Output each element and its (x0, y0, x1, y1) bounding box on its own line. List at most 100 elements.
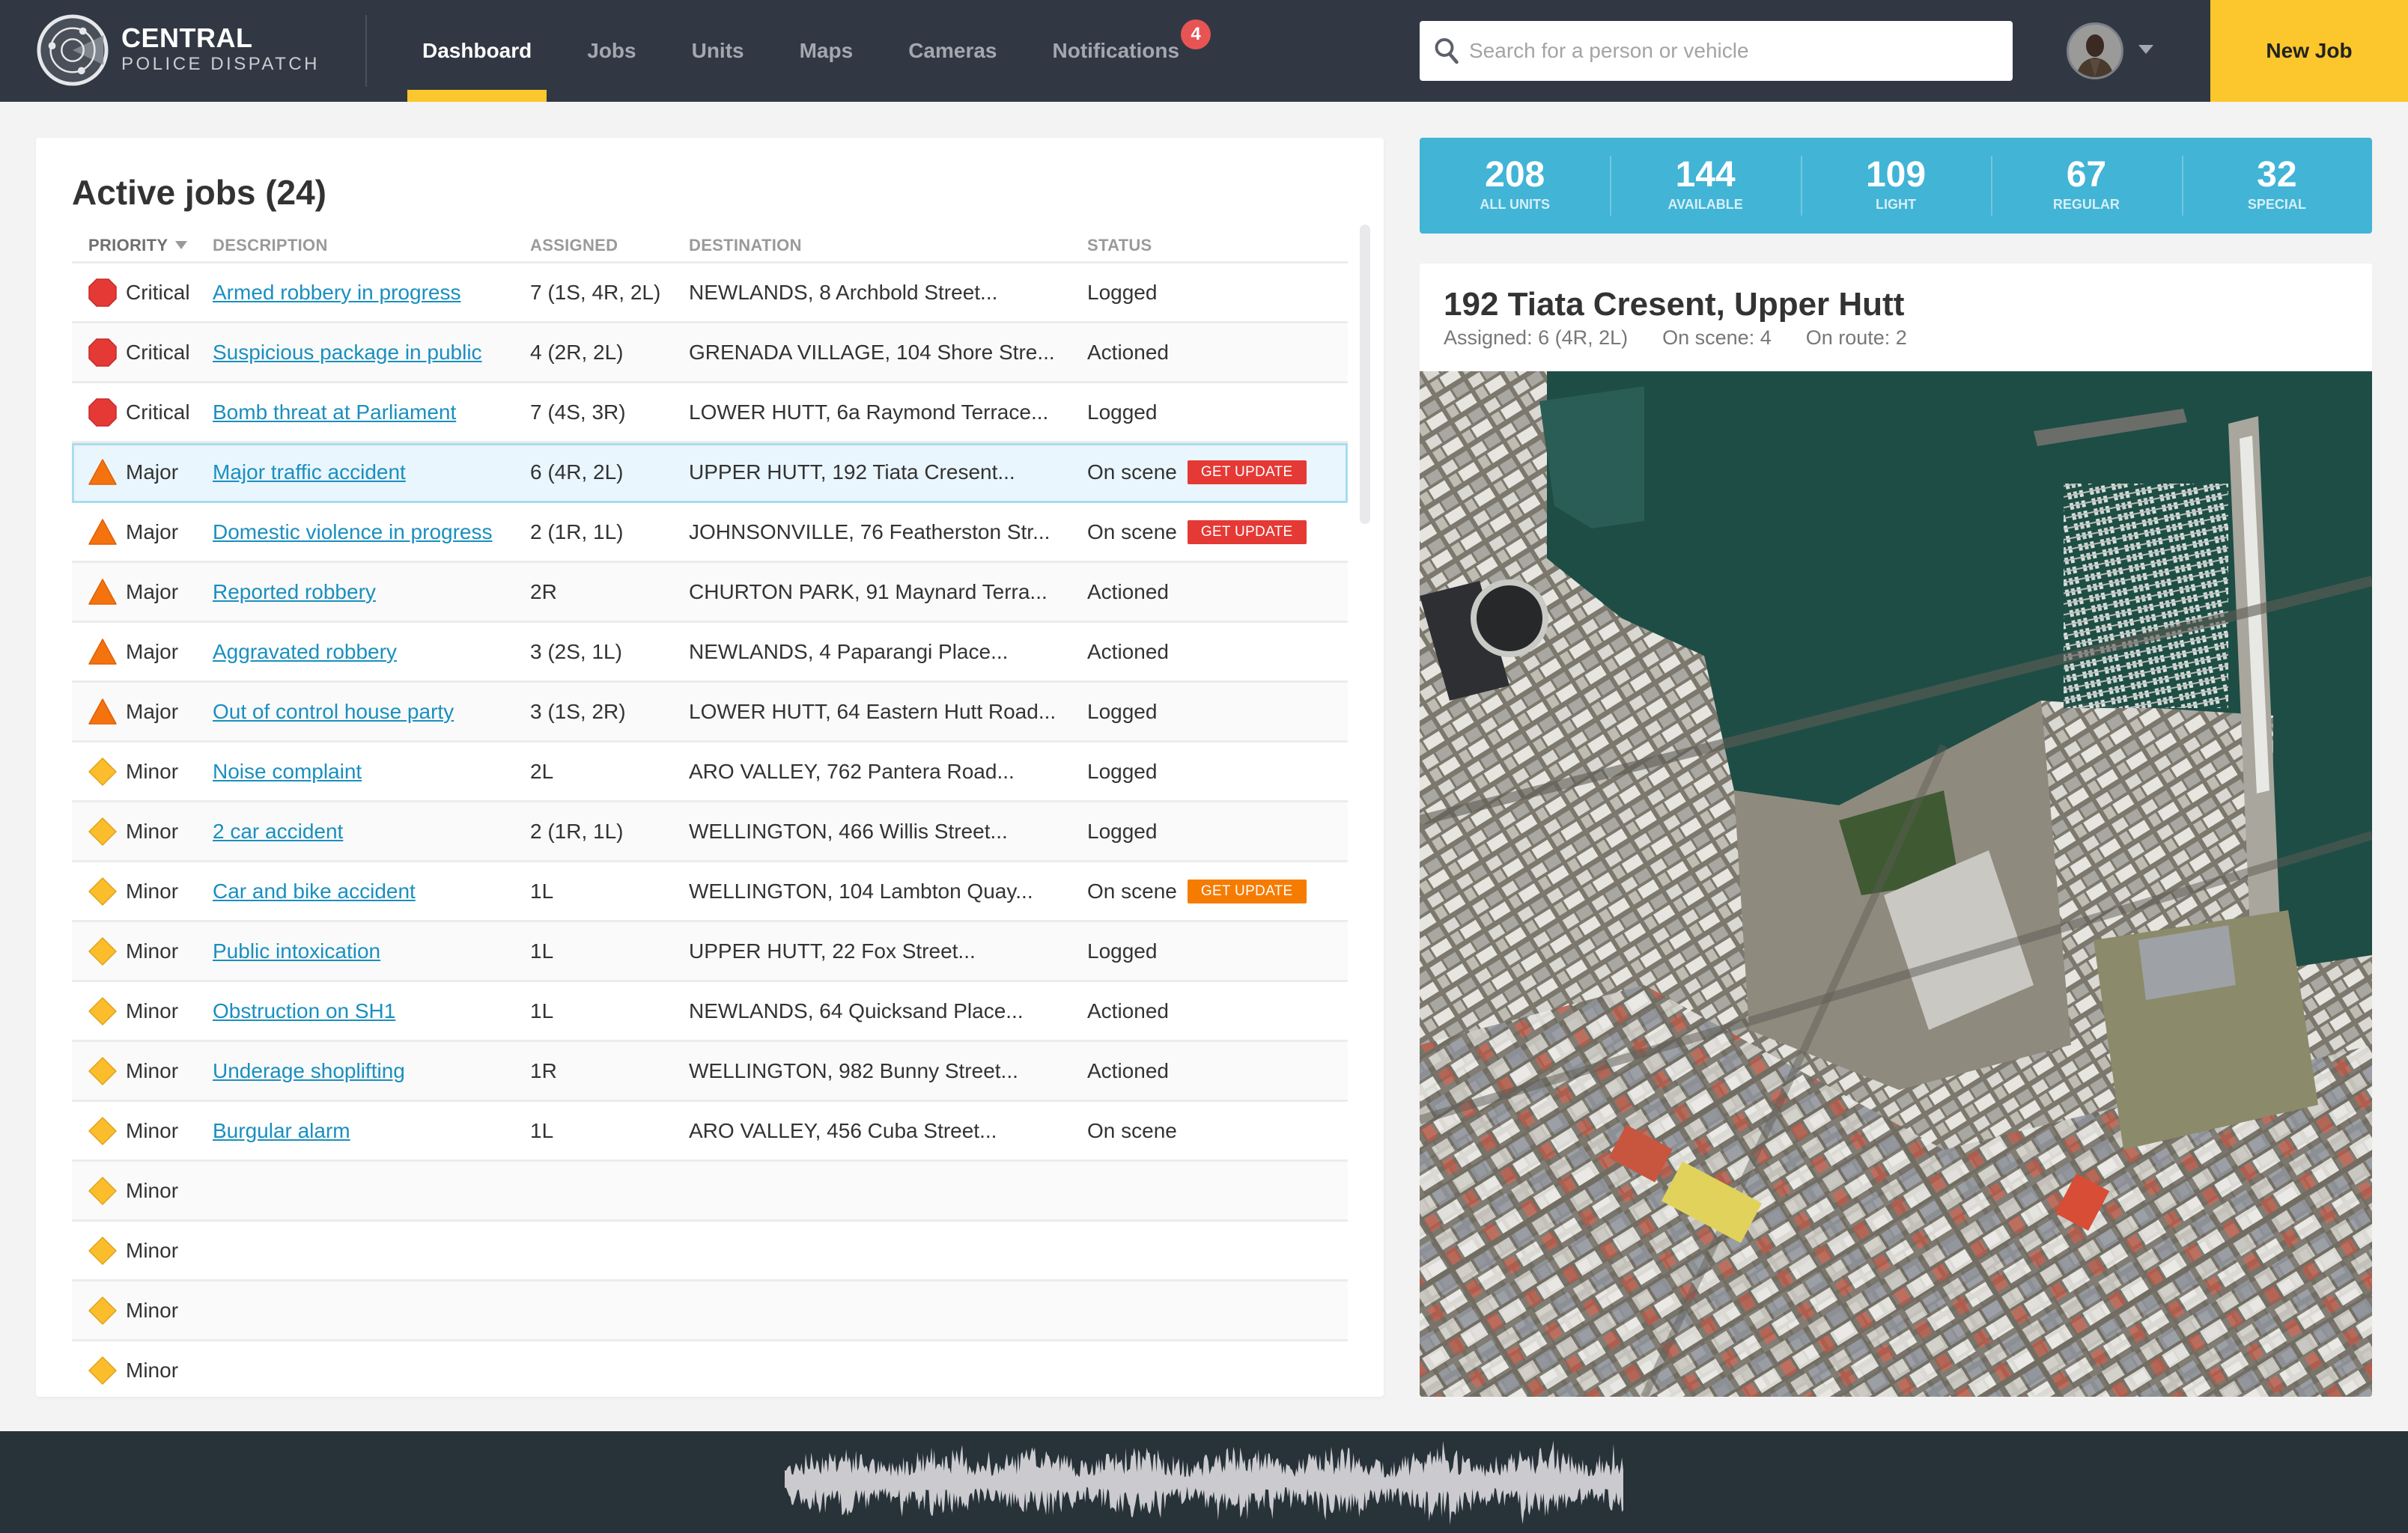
job-row[interactable]: Minor (72, 1341, 1348, 1397)
job-description-link[interactable]: Obstruction on SH1 (213, 999, 395, 1023)
minor-priority-icon (88, 996, 117, 1025)
priority-label: Minor (126, 879, 179, 903)
top-navigation-bar: CENTRAL POLICE DISPATCH Dashboard Jobs U… (0, 0, 2408, 102)
job-row[interactable]: Major Aggravated robbery 3 (2S, 1L) NEWLAND… (72, 623, 1348, 683)
nav-tab-units[interactable]: Units (677, 0, 759, 102)
critical-priority-icon (88, 397, 117, 427)
column-header-description[interactable]: DESCRIPTION (213, 236, 530, 255)
assigned-cell: 1L (530, 879, 554, 903)
status-cell: Actioned (1087, 1059, 1348, 1083)
search-box[interactable] (1420, 21, 2013, 81)
assigned-cell: 7 (1S, 4R, 2L) (530, 280, 661, 304)
nav-tab-maps[interactable]: Maps (785, 0, 869, 102)
stat-light[interactable]: 109 LIGHT (1800, 156, 1991, 216)
on-scene-count: On scene: 4 (1662, 326, 1772, 349)
minor-priority-icon (88, 936, 117, 966)
notification-count-badge: 4 (1181, 19, 1211, 49)
search-input[interactable] (1469, 39, 1993, 63)
stat-value: 32 (2257, 155, 2297, 195)
job-row[interactable]: Minor 2 car accident 2 (1R, 1L) WELLINGTON,… (72, 802, 1348, 862)
job-row[interactable]: Minor (72, 1281, 1348, 1341)
search-icon (1435, 38, 1459, 64)
minor-priority-icon (88, 1296, 117, 1325)
job-description-link[interactable]: 2 car accident (213, 820, 343, 844)
stat-special[interactable]: 32 SPECIAL (2181, 155, 2372, 216)
description-cell: Burgular alarm (213, 1119, 530, 1143)
priority-cell: Major (72, 518, 213, 546)
job-description-link[interactable]: Burgular alarm (213, 1119, 350, 1143)
destination-cell: NEWLANDS, 4 Paparangi Place... (689, 639, 1009, 663)
job-row[interactable]: Minor Burgular alarm 1L ARO VALLEY, 456 Cub… (72, 1102, 1348, 1162)
job-row[interactable]: Major Domestic violence in progress 2 (1R,… (72, 503, 1348, 563)
major-priority-icon (88, 578, 117, 605)
audio-waveform-icon[interactable] (755, 1437, 1653, 1527)
nav-tab-jobs[interactable]: Jobs (572, 0, 651, 102)
priority-label: Minor (126, 1298, 179, 1322)
column-header-destination[interactable]: DESTINATION (689, 236, 1087, 255)
priority-label: Minor (126, 759, 179, 783)
get-update-button[interactable]: GET UPDATE (1187, 460, 1307, 484)
status-cell: Logged (1087, 700, 1348, 724)
job-row[interactable]: Major Reported robbery 2R CHURTON PARK, 91 … (72, 563, 1348, 623)
job-description-link[interactable]: Out of control house party (213, 700, 454, 724)
destination-cell: NEWLANDS, 64 Quicksand Place... (689, 999, 1024, 1022)
job-row[interactable]: Minor Car and bike accident 1L WELLINGTON, … (72, 862, 1348, 922)
status-cell: Logged (1087, 281, 1348, 305)
stat-available[interactable]: 144 AVAILABLE (1610, 156, 1800, 216)
status-label: Logged (1087, 819, 1158, 843)
job-description-link[interactable]: Bomb threat at Parliament (213, 400, 456, 424)
column-header-status[interactable]: STATUS (1087, 236, 1348, 255)
job-row[interactable]: Minor Noise complaint 2L ARO VALLEY, 762 Pa… (72, 743, 1348, 802)
minor-priority-icon (88, 1356, 117, 1385)
priority-cell: Major (72, 458, 213, 487)
nav-tab-label: Maps (799, 39, 854, 62)
nav-tab-notifications[interactable]: Notifications 4 (1038, 0, 1211, 102)
critical-priority-icon (88, 338, 117, 367)
nav-tab-dashboard[interactable]: Dashboard (407, 0, 547, 102)
job-row[interactable]: Critical Armed robbery in progress 7 (1S, … (72, 263, 1348, 323)
nav-tab-cameras[interactable]: Cameras (893, 0, 1012, 102)
job-row[interactable]: Minor Public intoxication 1L UPPER HUTT, 22… (72, 922, 1348, 982)
jobs-scrollbar[interactable] (1360, 225, 1370, 1392)
job-detail-meta: Assigned: 6 (4R, 2L) On scene: 4 On rout… (1444, 326, 1907, 350)
status-label: Actioned (1087, 340, 1169, 364)
job-description-link[interactable]: Car and bike accident (213, 880, 416, 903)
priority-cell: Major (72, 698, 213, 726)
job-row[interactable]: Major Out of control house party 3 (1S, 2R… (72, 683, 1348, 743)
column-header-assigned[interactable]: ASSIGNED (530, 236, 689, 255)
job-row[interactable]: Critical Bomb threat at Parliament 7 (4S, … (72, 383, 1348, 443)
jobs-scrollbar-thumb[interactable] (1360, 225, 1370, 524)
user-menu-caret-icon[interactable] (2138, 45, 2153, 54)
job-row[interactable]: Minor Obstruction on SH1 1L NEWLANDS, 64 Qu… (72, 982, 1348, 1042)
job-row[interactable]: Minor Underage shoplifting 1R WELLINGTON, 9… (72, 1042, 1348, 1102)
destination-cell: ARO VALLEY, 456 Cuba Street... (689, 1118, 997, 1142)
job-description-link[interactable]: Public intoxication (213, 939, 380, 963)
assigned-cell: 1L (530, 999, 554, 1022)
job-description-link[interactable]: Suspicious package in public (213, 341, 482, 365)
job-description-link[interactable]: Major traffic accident (213, 460, 406, 484)
main-nav: Dashboard Jobs Units Maps Cameras Notifi… (407, 0, 1220, 102)
satellite-map[interactable] (1420, 371, 2372, 1397)
job-row[interactable]: Critical Suspicious package in public 4 (2… (72, 323, 1348, 383)
description-cell: Underage shoplifting (213, 1059, 530, 1083)
new-job-button[interactable]: New Job (2210, 0, 2408, 102)
job-description-link[interactable]: Reported robbery (213, 580, 376, 604)
priority-label: Major (126, 699, 179, 723)
job-description-link[interactable]: Aggravated robbery (213, 640, 397, 664)
major-priority-icon (88, 698, 117, 725)
job-description-link[interactable]: Armed robbery in progress (213, 281, 460, 305)
job-description-link[interactable]: Noise complaint (213, 760, 362, 784)
stat-regular[interactable]: 67 REGULAR (1991, 156, 2181, 216)
user-avatar[interactable] (2067, 22, 2123, 79)
job-row[interactable]: Major Major traffic accident 6 (4R, 2L) UPP… (72, 443, 1348, 503)
job-row[interactable]: Minor (72, 1162, 1348, 1222)
get-update-button[interactable]: GET UPDATE (1187, 519, 1307, 544)
nav-tab-label: Units (691, 39, 744, 62)
job-row[interactable]: Minor (72, 1222, 1348, 1281)
column-header-priority[interactable]: PRIORITY (72, 236, 213, 255)
job-description-link[interactable]: Domestic violence in progress (213, 520, 493, 544)
stat-all-units[interactable]: 208 ALL UNITS (1420, 156, 1610, 216)
get-update-button[interactable]: GET UPDATE (1187, 879, 1307, 903)
assigned-cell: 1L (530, 939, 554, 963)
job-description-link[interactable]: Underage shoplifting (213, 1059, 405, 1083)
